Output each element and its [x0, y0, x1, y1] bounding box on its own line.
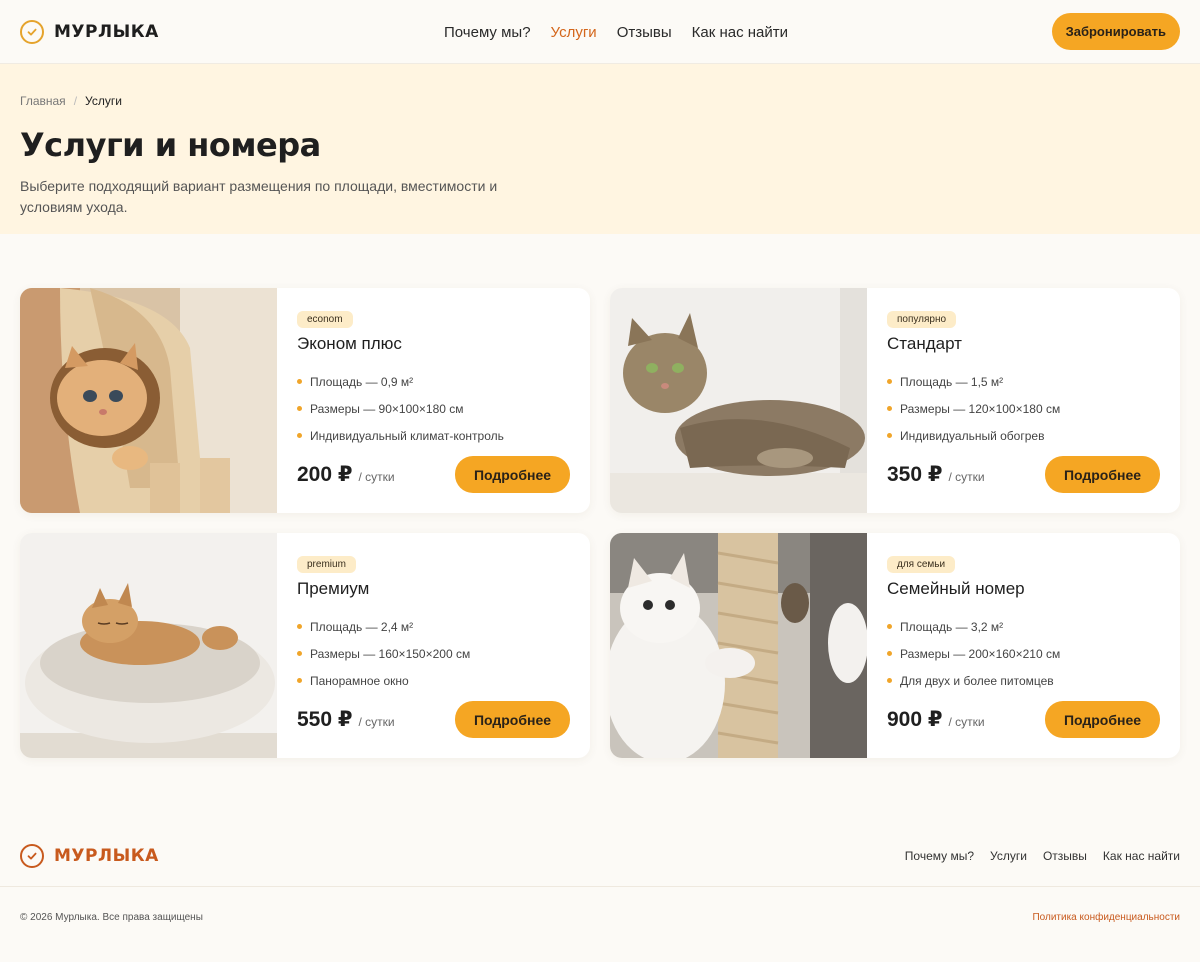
footer-logo[interactable]: МУРЛЫКА: [20, 843, 159, 868]
room-feature: Площадь — 0,9 м²: [297, 368, 570, 395]
room-price: 200 ₽: [297, 463, 353, 486]
room-features: Площадь — 2,4 м² Размеры — 160×150×200 с…: [297, 613, 570, 694]
room-price-row: 550 ₽ / сутки Подробнее: [297, 701, 570, 738]
room-price-row: 200 ₽ / сутки Подробнее: [297, 456, 570, 493]
room-feature: Площадь — 2,4 м²: [297, 613, 570, 640]
room-price: 350 ₽: [887, 463, 943, 486]
footer-nav-location[interactable]: Как нас найти: [1103, 849, 1180, 863]
room-badge: популярно: [887, 311, 957, 328]
room-photo-white-cats: [610, 533, 867, 758]
room-price-unit: / сутки: [948, 469, 985, 484]
footer-nav: Почему мы? Услуги Отзывы Как нас найти: [905, 849, 1180, 863]
room-feature: Площадь — 3,2 м²: [887, 613, 1160, 640]
room-price-row: 350 ₽ / сутки Подробнее: [887, 456, 1160, 493]
footer-top: МУРЛЫКА Почему мы? Услуги Отзывы Как нас…: [0, 825, 1200, 887]
room-price-unit: / сутки: [358, 714, 395, 729]
room-price: 550 ₽: [297, 708, 353, 731]
room-badge: premium: [297, 556, 356, 573]
room-info: для семьи Семейный номер Площадь — 3,2 м…: [867, 533, 1180, 758]
room-card-standard: популярно Стандарт Площадь — 1,5 м² Разм…: [610, 288, 1180, 513]
room-title: Стандарт: [887, 334, 962, 353]
room-feature: Для двух и более питомцев: [887, 667, 1160, 694]
room-feature: Индивидуальный климат-контроль: [297, 422, 570, 449]
page-subtitle: Выберите подходящий вариант размещения п…: [20, 178, 498, 215]
room-details-button[interactable]: Подробнее: [455, 701, 570, 738]
footer-bottom: © 2026 Мурлыка. Все права защищены Полит…: [0, 887, 1200, 947]
breadcrumb: Главная / Услуги: [20, 94, 1180, 108]
room-info: premium Премиум Площадь — 2,4 м² Размеры…: [277, 533, 590, 758]
room-title: Премиум: [297, 579, 370, 598]
hero-section: Главная / Услуги Услуги и номера Выберит…: [0, 64, 1200, 234]
nav-services[interactable]: Услуги: [551, 24, 597, 41]
site-logo[interactable]: МУРЛЫКА: [20, 19, 159, 44]
room-photo-kitten: [20, 288, 277, 513]
nav-why-us[interactable]: Почему мы?: [444, 24, 531, 41]
copyright: © 2026 Мурлыка. Все права защищены: [20, 911, 203, 923]
room-details-button[interactable]: Подробнее: [455, 456, 570, 493]
room-title: Семейный номер: [887, 579, 1025, 598]
room-photo-sleeping: [20, 533, 277, 758]
room-info: популярно Стандарт Площадь — 1,5 м² Разм…: [867, 288, 1180, 513]
room-badge: econom: [297, 311, 353, 328]
room-badge: для семьи: [887, 556, 956, 573]
footer-nav-reviews[interactable]: Отзывы: [1043, 849, 1087, 863]
room-feature: Индивидуальный обогрев: [887, 422, 1160, 449]
breadcrumb-current: Услуги: [85, 94, 122, 108]
room-details-button[interactable]: Подробнее: [1045, 456, 1160, 493]
room-price-unit: / сутки: [948, 714, 985, 729]
room-card-econom: econom Эконом плюс Площадь — 0,9 м² Разм…: [20, 288, 590, 513]
check-circle-icon: [20, 19, 44, 44]
room-feature: Размеры — 160×150×200 см: [297, 640, 570, 667]
main-nav: Почему мы? Услуги Отзывы Как нас найти: [444, 0, 788, 64]
footer-nav-services[interactable]: Услуги: [990, 849, 1027, 863]
check-circle-icon: [20, 843, 44, 868]
book-button[interactable]: Забронировать: [1051, 13, 1180, 50]
rooms-grid: econom Эконом плюс Площадь — 0,9 м² Разм…: [0, 234, 1200, 814]
site-logo-text: МУРЛЫКА: [54, 21, 159, 42]
room-feature: Размеры — 120×100×180 см: [887, 395, 1160, 422]
room-feature: Площадь — 1,5 м²: [887, 368, 1160, 395]
room-details-button[interactable]: Подробнее: [1045, 701, 1160, 738]
footer-nav-why-us[interactable]: Почему мы?: [905, 849, 974, 863]
nav-reviews[interactable]: Отзывы: [617, 24, 672, 41]
room-info: econom Эконом плюс Площадь — 0,9 м² Разм…: [277, 288, 590, 513]
room-feature: Панорамное окно: [297, 667, 570, 694]
room-feature: Размеры — 200×160×210 см: [887, 640, 1160, 667]
privacy-link[interactable]: Политика конфиденциальности: [1032, 912, 1180, 923]
room-card-premium: premium Премиум Площадь — 2,4 м² Размеры…: [20, 533, 590, 758]
room-title: Эконом плюс: [297, 334, 402, 353]
room-price-unit: / сутки: [358, 469, 395, 484]
room-features: Площадь — 1,5 м² Размеры — 120×100×180 с…: [887, 368, 1160, 449]
breadcrumb-home[interactable]: Главная: [20, 94, 66, 108]
site-header: МУРЛЫКА Почему мы? Услуги Отзывы Как нас…: [0, 0, 1200, 64]
room-features: Площадь — 3,2 м² Размеры — 200×160×210 с…: [887, 613, 1160, 694]
nav-location[interactable]: Как нас найти: [692, 24, 788, 41]
room-feature: Размеры — 90×100×180 см: [297, 395, 570, 422]
site-footer: МУРЛЫКА Почему мы? Услуги Отзывы Как нас…: [0, 825, 1200, 947]
breadcrumb-separator: /: [73, 94, 78, 108]
room-features: Площадь — 0,9 м² Размеры — 90×100×180 см…: [297, 368, 570, 449]
footer-logo-text: МУРЛЫКА: [54, 845, 159, 866]
room-photo-tabby: [610, 288, 867, 513]
page-title: Услуги и номера: [20, 126, 321, 164]
room-card-family: для семьи Семейный номер Площадь — 3,2 м…: [610, 533, 1180, 758]
room-price-row: 900 ₽ / сутки Подробнее: [887, 701, 1160, 738]
room-price: 900 ₽: [887, 708, 943, 731]
